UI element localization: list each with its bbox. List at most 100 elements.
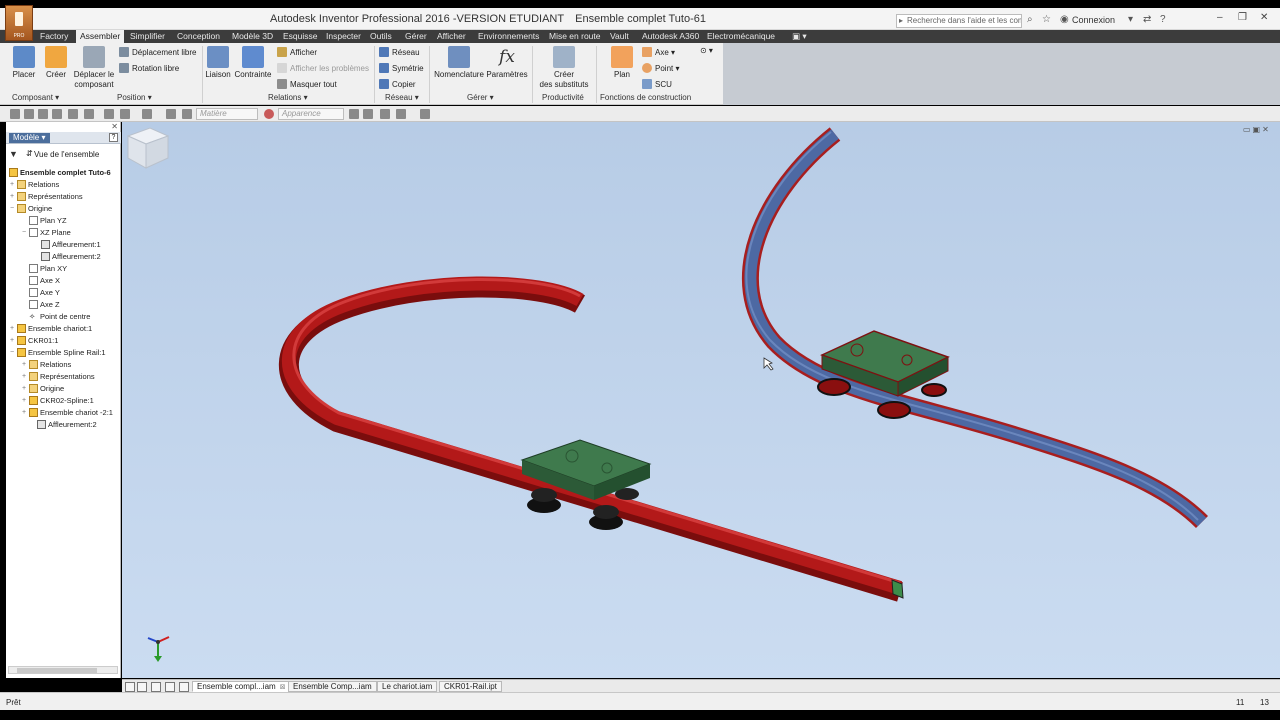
- tree-item[interactable]: + Ensemble chariot -2:1: [20, 406, 113, 418]
- clear-appearance-icon[interactable]: [349, 109, 359, 119]
- minimize-button[interactable]: ‒: [1217, 12, 1223, 23]
- star-icon[interactable]: ☆: [1042, 14, 1051, 25]
- tab-simplifier[interactable]: Simplifier: [130, 31, 165, 41]
- tree-item[interactable]: + Représentations: [20, 370, 95, 382]
- expand-icon[interactable]: +: [20, 385, 28, 392]
- viewcube-icon[interactable]: [122, 122, 174, 174]
- tree-item[interactable]: Axe Y: [28, 286, 60, 298]
- collapse-icon[interactable]: −: [20, 229, 28, 236]
- measure-icon[interactable]: [396, 109, 406, 119]
- help-icon[interactable]: ?: [1160, 14, 1166, 25]
- tile-horizontal-icon[interactable]: [137, 682, 147, 692]
- tree-item[interactable]: − XZ Plane: [20, 226, 71, 238]
- browser-tab-model[interactable]: Modèle ▾: [9, 133, 50, 143]
- cascade-icon[interactable]: [165, 682, 175, 692]
- tile-vertical-icon[interactable]: [151, 682, 161, 692]
- doc-tab[interactable]: CKR01-Rail.ipt: [439, 681, 502, 692]
- material-select[interactable]: Matière: [196, 108, 258, 120]
- tab-factory[interactable]: Factory: [40, 31, 68, 41]
- select-icon[interactable]: [142, 109, 152, 119]
- tree-item[interactable]: + Représentations: [8, 190, 83, 202]
- copier-button[interactable]: Copier: [379, 79, 416, 89]
- tree-item[interactable]: + Relations: [8, 178, 59, 190]
- tab-outils[interactable]: Outils: [370, 31, 392, 41]
- viewport-window-controls[interactable]: ▭▣✕: [1243, 125, 1271, 134]
- tree-item[interactable]: − Ensemble Spline Rail:1: [8, 346, 106, 358]
- tree-item[interactable]: Axe Z: [28, 298, 60, 310]
- point-button[interactable]: Point ▾: [642, 63, 679, 73]
- deplacement-libre-button[interactable]: Déplacement libre: [119, 47, 196, 57]
- tree-item[interactable]: + Origine: [20, 382, 64, 394]
- browser-scrollbar[interactable]: [8, 666, 118, 674]
- user-icon[interactable]: ◉: [1060, 14, 1069, 25]
- tree-item[interactable]: Affleurement:2: [40, 250, 101, 262]
- expand-icon[interactable]: +: [8, 337, 16, 344]
- collapse-icon[interactable]: −: [8, 349, 16, 356]
- contrainte-button[interactable]: Contrainte: [233, 46, 273, 80]
- help-search-input[interactable]: Recherche dans l'aide et les com: [896, 14, 1022, 28]
- tab-autodesk-a360[interactable]: Autodesk A360: [642, 31, 699, 41]
- axe-button[interactable]: Axe ▾: [642, 47, 675, 57]
- deplacer-composant-button[interactable]: Déplacer le composant: [72, 46, 116, 90]
- panel-label-composant[interactable]: Composant ▾: [12, 93, 59, 102]
- placer-button[interactable]: Placer: [10, 46, 38, 80]
- panel-label-reseau[interactable]: Réseau ▾: [385, 93, 419, 102]
- blue-spline-rail[interactable]: [741, 127, 1209, 529]
- redo-icon[interactable]: [84, 109, 94, 119]
- tab-conception[interactable]: Conception: [177, 31, 220, 41]
- scene-3d[interactable]: [122, 122, 1280, 678]
- tree-item-root[interactable]: Ensemble complet Tuto-6: [8, 166, 111, 178]
- menu-icon[interactable]: [179, 682, 189, 692]
- login-button[interactable]: Connexion: [1072, 15, 1115, 25]
- adjust-icon[interactable]: [363, 109, 373, 119]
- new-icon[interactable]: [10, 109, 20, 119]
- tab-environnements[interactable]: Environnements: [478, 31, 539, 41]
- save-as-icon[interactable]: [52, 109, 62, 119]
- tab-mise-en-route[interactable]: Mise en route: [549, 31, 601, 41]
- tree-item[interactable]: Affleurement:2: [36, 418, 97, 430]
- expand-icon[interactable]: +: [20, 397, 28, 404]
- doc-tab-active[interactable]: Ensemble compl...iam ⊠: [192, 681, 291, 692]
- masquer-tout-button[interactable]: Masquer tout: [277, 79, 337, 89]
- tree-item[interactable]: + CKR02-Spline:1: [20, 394, 94, 406]
- inventor-logo[interactable]: PRO: [5, 5, 33, 41]
- filter-icon[interactable]: ▼: [9, 149, 18, 159]
- rotation-libre-button[interactable]: Rotation libre: [119, 63, 179, 73]
- panel-label-position[interactable]: Position ▾: [117, 93, 152, 102]
- tab-vault[interactable]: Vault: [610, 31, 629, 41]
- exchange-icon[interactable]: ⇄: [1143, 14, 1151, 25]
- tree-item[interactable]: ✧ Point de centre: [28, 310, 90, 322]
- collapse-icon[interactable]: −: [8, 205, 16, 212]
- appearance-icon[interactable]: [264, 109, 274, 119]
- symetrie-button[interactable]: Symétrie: [379, 63, 424, 73]
- liaison-button[interactable]: Liaison: [204, 46, 232, 80]
- expand-icon[interactable]: +: [20, 373, 28, 380]
- save-icon[interactable]: [38, 109, 48, 119]
- expand-icon[interactable]: +: [20, 409, 28, 416]
- plan-button[interactable]: Plan: [608, 46, 636, 80]
- tree-item[interactable]: − Origine: [8, 202, 52, 214]
- ribbon-options-button[interactable]: ⊙ ▾: [700, 46, 713, 55]
- tab-modele-3d[interactable]: Modèle 3D: [232, 31, 273, 41]
- tree-item[interactable]: + Ensemble chariot:1: [8, 322, 92, 334]
- close-icon[interactable]: ⊠: [280, 684, 286, 691]
- tree-item[interactable]: + CKR01:1: [8, 334, 58, 346]
- panel-label-relations[interactable]: Relations ▾: [268, 93, 308, 102]
- panel-label-gerer[interactable]: Gérer ▾: [467, 93, 494, 102]
- home-icon[interactable]: [104, 109, 114, 119]
- fx-small-icon[interactable]: [380, 109, 390, 119]
- afficher-button[interactable]: Afficher: [277, 47, 317, 57]
- reseau-button[interactable]: Réseau: [379, 47, 420, 57]
- tab-inspecter[interactable]: Inspecter: [326, 31, 361, 41]
- tree-item[interactable]: Axe X: [28, 274, 60, 286]
- creer-button[interactable]: Créer: [42, 46, 70, 80]
- scrollbar-thumb[interactable]: [17, 668, 97, 673]
- tab-electromecanique[interactable]: Electromécanique: [707, 31, 775, 41]
- close-window-button[interactable]: ✕: [1260, 12, 1268, 23]
- scu-button[interactable]: SCU: [642, 79, 672, 89]
- tree-item[interactable]: Plan XY: [28, 262, 67, 274]
- graphics-window[interactable]: ▭▣✕: [122, 122, 1280, 678]
- settings-icon[interactable]: [182, 109, 192, 119]
- tree-item[interactable]: Affleurement:1: [40, 238, 101, 250]
- move-tool-icon[interactable]: [420, 109, 430, 119]
